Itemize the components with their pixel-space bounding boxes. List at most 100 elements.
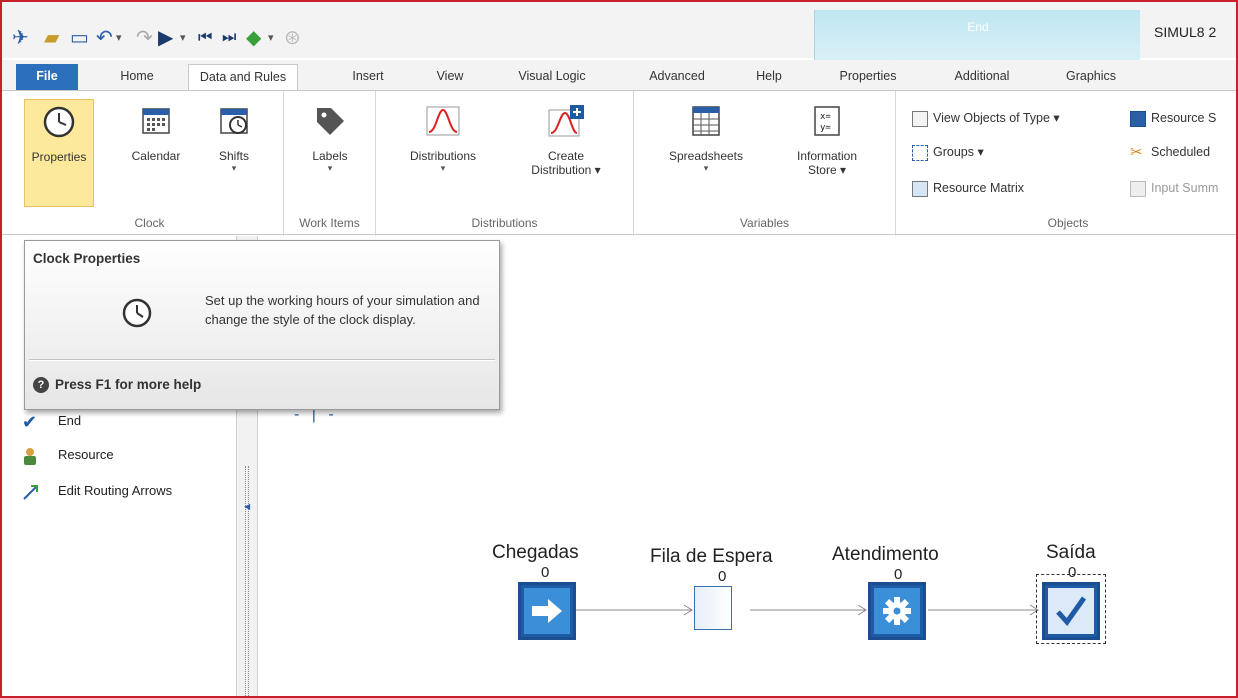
spreadsheets-label: Spreadsheets — [668, 149, 744, 163]
view-objects-of-type-button[interactable]: View Objects of Type ▾ — [912, 107, 1060, 129]
create-distribution-label-2: Distribution ▾ — [531, 163, 601, 177]
app-logo-icon[interactable]: ✈ — [12, 26, 29, 50]
tab-visual-logic[interactable]: Visual Logic — [502, 64, 602, 90]
information-store-label-1: Information — [796, 149, 858, 163]
app-title: SIMUL8 2 — [1154, 24, 1217, 40]
groups-icon — [912, 144, 928, 161]
run-icon[interactable]: ▶ — [158, 26, 173, 50]
resource-schedule-button[interactable]: Resource S — [1130, 107, 1216, 129]
object-count-chegadas: 0 — [541, 564, 550, 581]
tab-file[interactable]: File — [16, 64, 78, 90]
start-point-chegadas[interactable] — [518, 582, 576, 640]
svg-text:y=: y= — [820, 123, 831, 133]
work-items-group-label: Work Items — [299, 216, 360, 230]
panel-item-resource-label: Resource — [58, 447, 114, 462]
activity-atendimento[interactable] — [868, 582, 926, 640]
run-dropdown-icon[interactable]: ▾ — [180, 26, 186, 50]
tab-graphics[interactable]: Graphics — [1046, 64, 1136, 90]
resource-schedule-label: Resource S — [1151, 111, 1217, 125]
app-window: ✈ ▰ ▭ ↶ ▾ ↷ ▶ ▾ ⏮ ⏭ ◆ ▾ ⊛ End SIMUL8 2 F… — [0, 0, 1238, 698]
panel-item-resource[interactable]: Resource — [22, 444, 114, 466]
tab-advanced[interactable]: Advanced — [632, 64, 722, 90]
routing-dropdown-icon[interactable]: ▾ — [268, 26, 274, 50]
open-folder-icon[interactable]: ▰ — [44, 26, 59, 50]
end-check-icon: ✔ — [22, 411, 38, 432]
undo-dropdown-icon[interactable]: ▾ — [116, 26, 122, 50]
panel-item-edit-routing-arrows-label: Edit Routing Arrows — [58, 483, 173, 498]
spreadsheets-button[interactable]: Spreadsheets ▾ — [654, 99, 758, 207]
labels-button[interactable]: Labels ▾ — [298, 99, 362, 207]
input-summary-button: Input Summ — [1130, 177, 1218, 199]
distribution-curve-icon — [423, 99, 463, 143]
tooltip-help: ? Press F1 for more help — [33, 377, 201, 394]
panel-item-end[interactable]: ✔ End — [22, 410, 81, 432]
queue-fila-de-espera[interactable] — [694, 586, 732, 630]
object-label-chegadas[interactable]: Chegadas — [492, 542, 579, 564]
labels-label: Labels — [312, 149, 348, 163]
tab-properties[interactable]: Properties — [818, 64, 918, 90]
input-summary-label: Input Summ — [1151, 181, 1219, 195]
calendar-label: Calendar — [131, 149, 181, 163]
information-store-icon: x= y= — [807, 99, 847, 143]
create-distribution-button[interactable]: Create Distribution ▾ — [516, 99, 616, 207]
objects-group: View Objects of Type ▾ Groups ▾ Resource… — [896, 91, 1236, 236]
object-label-saida[interactable]: Saída — [1046, 542, 1096, 564]
ribbon: Properties Calendar Shifts ▾ Clock Label… — [2, 90, 1236, 236]
shifts-button[interactable]: Shifts ▾ — [204, 99, 264, 207]
quick-access-toolbar: ✈ ▰ ▭ ↶ ▾ ↷ ▶ ▾ ⏮ ⏭ ◆ ▾ ⊛ End SIMUL8 2 — [2, 2, 1236, 60]
information-store-button[interactable]: x= y= Information Store ▾ — [784, 99, 870, 207]
step-icon[interactable]: ⏭ — [222, 26, 236, 50]
information-store-label-2: Store ▾ — [807, 163, 847, 177]
view-objects-icon — [912, 110, 928, 127]
check-icon — [1048, 588, 1094, 634]
object-label-fila-de-espera[interactable]: Fila de Espera — [650, 546, 773, 568]
tab-view[interactable]: View — [420, 64, 480, 90]
scheduled-label: Scheduled — [1151, 145, 1211, 159]
work-items-group: Labels ▾ Work Items — [284, 91, 376, 236]
resource-matrix-button[interactable]: Resource Matrix — [912, 177, 1024, 199]
properties-button[interactable]: Properties — [24, 99, 94, 207]
arrival-arrow-icon — [524, 588, 570, 634]
tab-help[interactable]: Help — [744, 64, 794, 90]
labels-dropdown-icon: ▾ — [327, 163, 333, 173]
resource-person-icon — [22, 447, 44, 465]
resource-matrix-icon — [912, 180, 928, 197]
undo-icon[interactable]: ↶ — [96, 26, 113, 50]
routing-arrow-icon — [22, 483, 44, 501]
panel-item-edit-routing-arrows[interactable]: Edit Routing Arrows — [22, 480, 172, 502]
calendar-icon — [136, 99, 176, 143]
help-icon: ? — [33, 377, 49, 394]
distributions-label: Distributions — [409, 149, 477, 163]
object-label-atendimento[interactable]: Atendimento — [832, 544, 939, 566]
ribbon-tabs: File Home Data and Rules Insert View Vis… — [2, 60, 1236, 90]
clock-properties-tooltip: Clock Properties Set up the working hour… — [24, 240, 500, 410]
svg-text:x=: x= — [820, 112, 831, 122]
scheduled-button[interactable]: ✂ Scheduled — [1130, 141, 1210, 163]
spreadsheets-dropdown-icon: ▾ — [703, 163, 709, 173]
distributions-group-label: Distributions — [471, 216, 538, 230]
spreadsheet-icon — [686, 99, 726, 143]
panel-item-end-label: End — [58, 413, 82, 428]
variables-group: Spreadsheets ▾ x= y= Information Store ▾ … — [634, 91, 896, 236]
collapse-arrow-icon[interactable]: ◀ — [244, 502, 250, 511]
gear-icon — [874, 588, 920, 634]
end-saida[interactable] — [1042, 582, 1100, 640]
contextual-tab-header: End — [814, 10, 1140, 60]
redo-icon: ↷ — [136, 27, 153, 49]
groups-button[interactable]: Groups ▾ — [912, 141, 984, 163]
shifts-icon — [214, 99, 254, 143]
tab-home[interactable]: Home — [106, 64, 168, 90]
save-icon[interactable]: ▭ — [70, 26, 89, 50]
objects-group-label: Objects — [1047, 216, 1089, 230]
splitter-grip[interactable] — [245, 466, 249, 696]
object-count-fila-de-espera: 0 — [718, 568, 727, 585]
tab-insert[interactable]: Insert — [338, 64, 398, 90]
view-objects-label: View Objects of Type ▾ — [933, 111, 1060, 125]
distributions-button[interactable]: Distributions ▾ — [400, 99, 486, 207]
calendar-button[interactable]: Calendar — [120, 99, 192, 207]
tab-data-and-rules[interactable]: Data and Rules — [188, 64, 298, 90]
rewind-icon[interactable]: ⏮ — [198, 26, 212, 50]
tooltip-body: Set up the working hours of your simulat… — [205, 293, 480, 327]
tab-additional[interactable]: Additional — [932, 64, 1032, 90]
routing-icon[interactable]: ◆ — [246, 26, 261, 50]
